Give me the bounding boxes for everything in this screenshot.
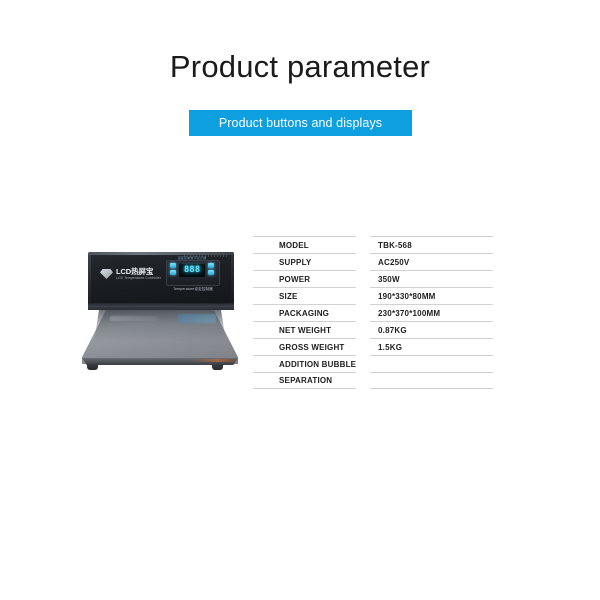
table-row: MODEL TBK-568 xyxy=(253,236,493,253)
table-row: SUPPLY AC250V xyxy=(253,253,493,270)
section-banner-label: Product buttons and displays xyxy=(218,116,383,130)
spec-value-cell: 0.87KG xyxy=(370,321,493,338)
led-button-set[interactable] xyxy=(208,263,214,268)
panel-edge-left xyxy=(88,255,91,304)
spec-key-label: POWER xyxy=(279,274,311,284)
spec-value-cell xyxy=(370,372,493,389)
spec-value-cell: 190*330*80MM xyxy=(370,287,493,304)
spec-value-label: 230*370*100MM xyxy=(378,308,441,318)
spec-key-label: PACKAGING xyxy=(279,308,330,318)
spec-key-cell: NET WEIGHT xyxy=(253,321,356,338)
led-button-up[interactable] xyxy=(170,263,176,268)
panel-footer-text: Temperature设定控制器 xyxy=(173,287,213,291)
spec-value-label: 350W xyxy=(378,274,400,284)
spec-key-label: MODEL xyxy=(279,240,309,250)
led-button-down[interactable] xyxy=(170,270,176,275)
page-title: Product parameter xyxy=(169,49,431,84)
led-button-group-left[interactable] xyxy=(170,263,176,275)
spec-key-label: ADDITION BUBBLE xyxy=(279,359,357,369)
section-banner: Product buttons and displays xyxy=(189,110,412,136)
table-row: GROSS WEIGHT 1.5KG xyxy=(253,338,493,355)
spec-key-cell: POWER xyxy=(253,270,356,287)
brand-logo-secondary: LCD Temperature Controller xyxy=(116,275,161,280)
spec-value-cell: 230*370*100MM xyxy=(370,304,493,321)
spec-key-cell: PACKAGING xyxy=(253,304,356,321)
spec-value-label: 0.87KG xyxy=(378,325,407,335)
table-row: SEPARATION xyxy=(253,372,493,389)
device-illustration: LCD热屏宝 LCD Temperature Controller 温度控制数字… xyxy=(60,246,250,386)
spec-value-cell: 350W xyxy=(370,270,493,287)
reflection-display-glow xyxy=(178,314,216,323)
product-image: LCD热屏宝 LCD Temperature Controller 温度控制数字… xyxy=(60,246,250,386)
spec-value-cell: TBK-568 xyxy=(370,236,493,253)
spec-key-label: SIZE xyxy=(279,291,298,301)
panel-edge-right xyxy=(231,255,234,304)
spec-value-label: 190*330*80MM xyxy=(378,291,436,301)
device-foot-right xyxy=(212,364,223,370)
spec-key-cell: GROSS WEIGHT xyxy=(253,338,356,355)
specification-table: MODEL TBK-568 SUPPLY AC250V POWER 350W SIZE 190… xyxy=(253,236,493,389)
spec-value-cell: 1.5KG xyxy=(370,338,493,355)
lcd-readout: 888 xyxy=(179,264,205,277)
brand-logo-primary: LCD热屏宝 xyxy=(116,267,154,276)
spec-value-label: AC250V xyxy=(378,257,410,267)
spec-value-cell: AC250V xyxy=(370,253,493,270)
base-edge-highlight xyxy=(190,359,236,362)
brand-logo-text: LCD热屏宝 LCD Temperature Controller xyxy=(116,268,161,280)
panel-bottom-edge xyxy=(88,303,234,310)
table-row: POWER 350W xyxy=(253,270,493,287)
diamond-icon xyxy=(100,268,113,279)
spec-key-cell: ADDITION BUBBLE xyxy=(253,355,356,372)
brand-logo: LCD热屏宝 LCD Temperature Controller xyxy=(100,268,161,280)
table-row: NET WEIGHT 0.87KG xyxy=(253,321,493,338)
spec-key-label: NET WEIGHT xyxy=(279,325,332,335)
led-button-power[interactable] xyxy=(208,270,214,275)
spec-key-label: GROSS WEIGHT xyxy=(279,342,345,352)
spec-key-cell: SEPARATION xyxy=(253,372,356,389)
spec-key-cell: SIZE xyxy=(253,287,356,304)
spec-key-cell: SUPPLY xyxy=(253,253,356,270)
reflection-logo-glow xyxy=(110,316,158,321)
device-foot-left xyxy=(87,364,98,370)
table-row: SIZE 190*330*80MM xyxy=(253,287,493,304)
lcd-digits: 888 xyxy=(183,265,201,275)
led-button-group-right[interactable] xyxy=(208,263,214,275)
spec-key-label: SUPPLY xyxy=(279,257,312,267)
table-row: PACKAGING 230*370*100MM xyxy=(253,304,493,321)
spec-key-cell: MODEL xyxy=(253,236,356,253)
table-row: ADDITION BUBBLE xyxy=(253,355,493,372)
spec-value-label: 1.5KG xyxy=(378,342,403,352)
spec-value-label: TBK-568 xyxy=(378,240,412,250)
spec-key-label: SEPARATION xyxy=(279,376,333,385)
spec-value-cell xyxy=(370,355,493,372)
